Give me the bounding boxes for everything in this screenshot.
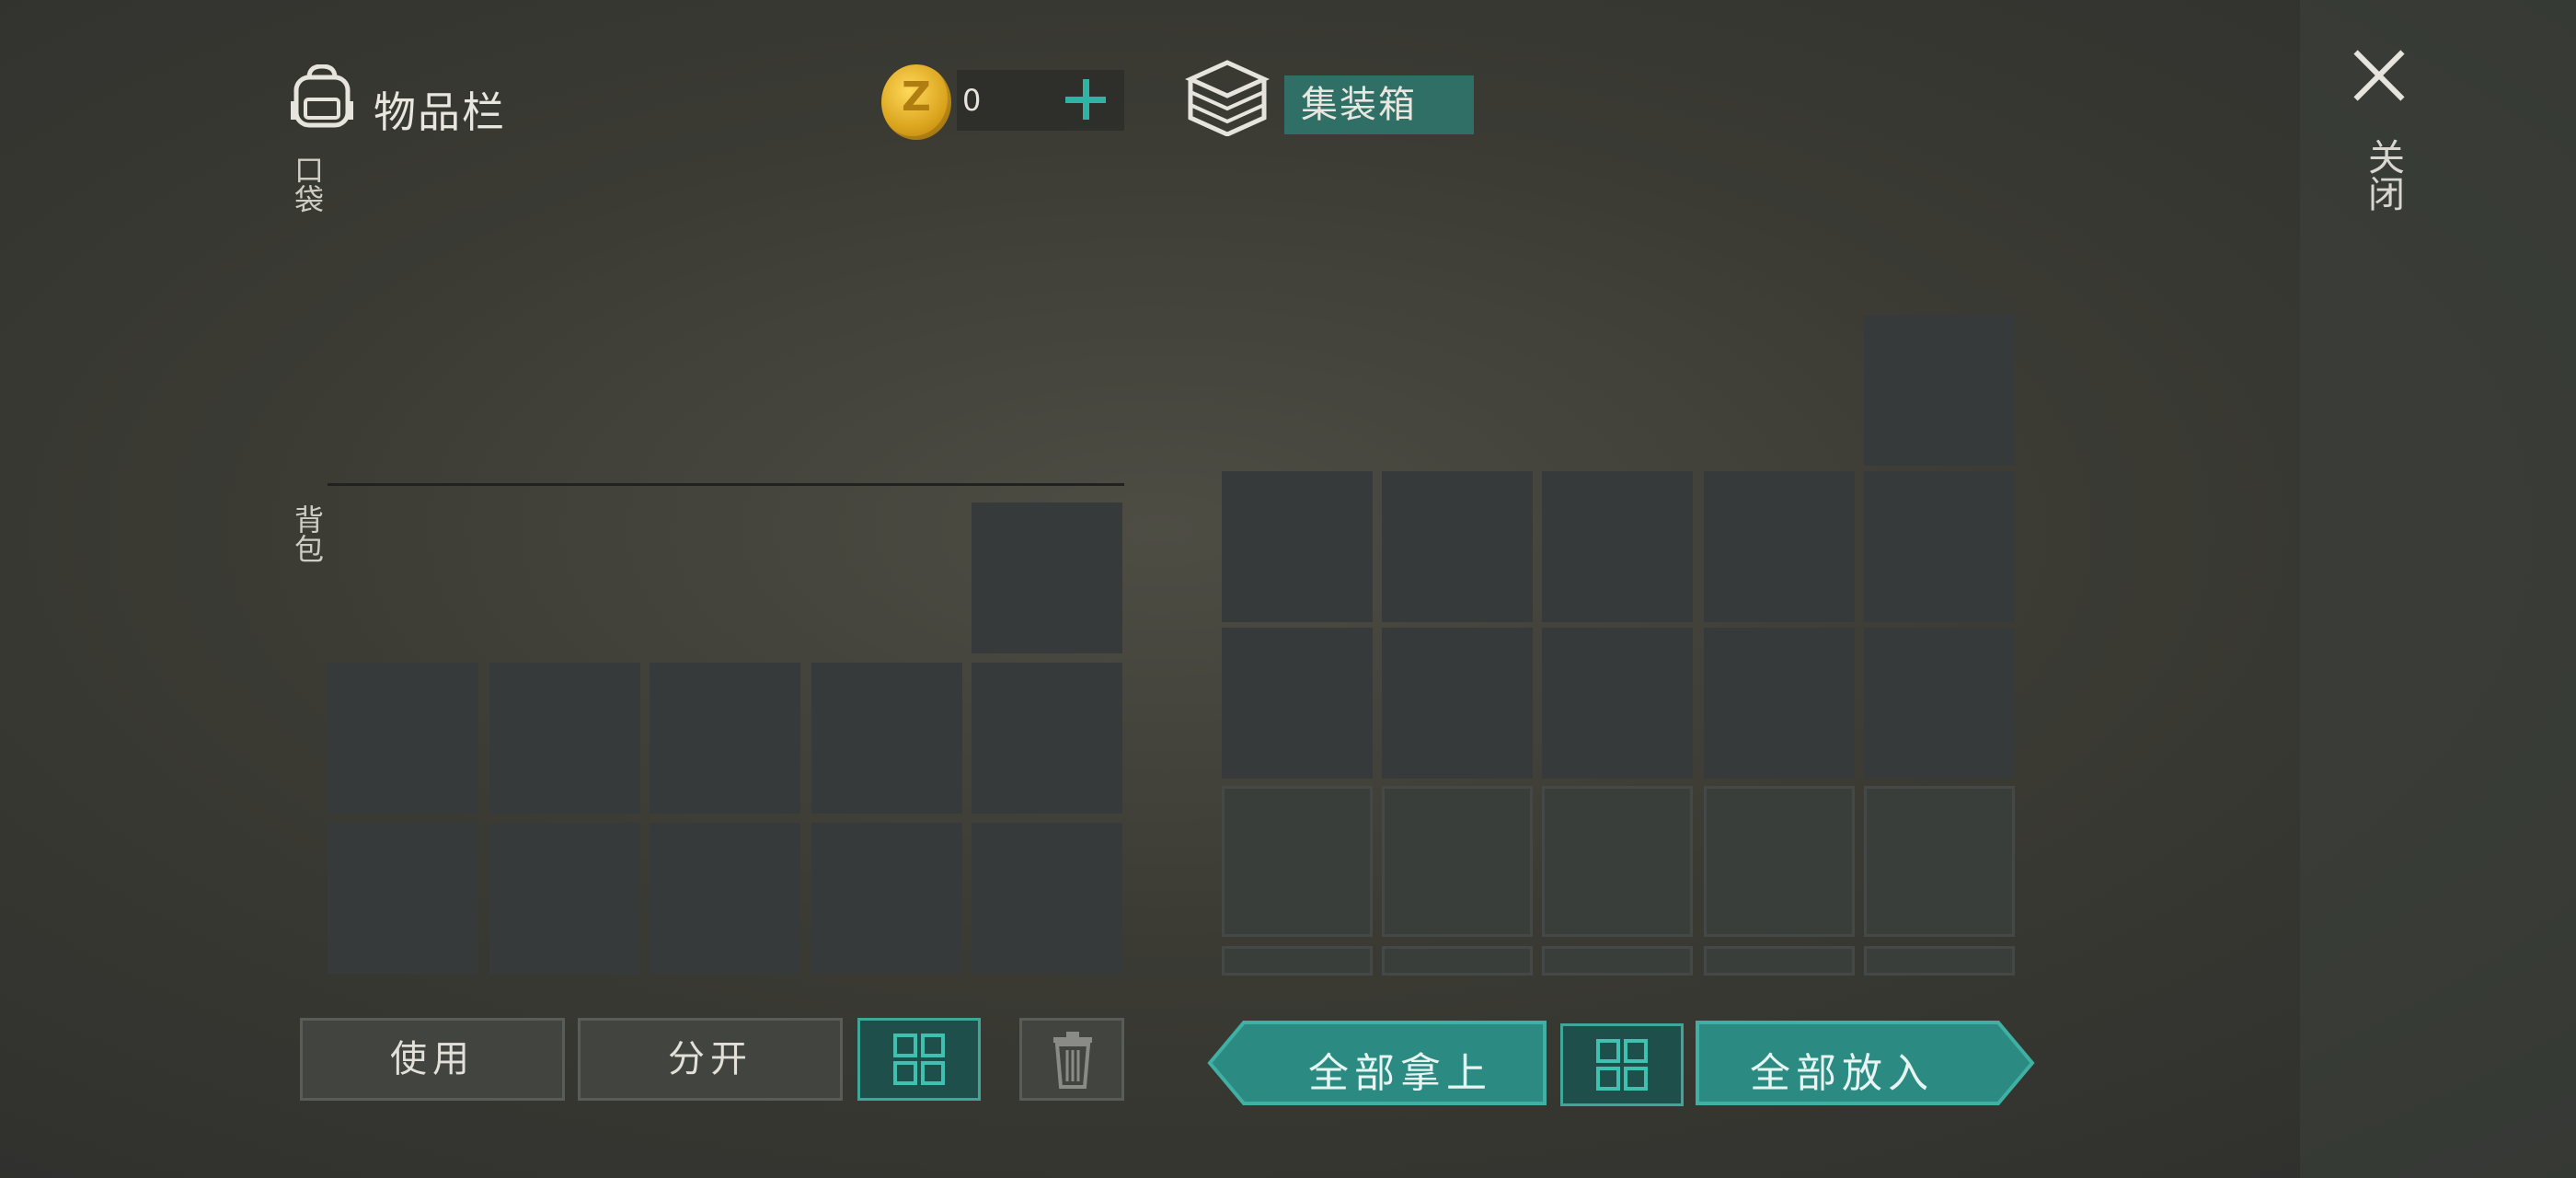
empty-slot[interactable]	[1222, 628, 1373, 779]
empty-slot[interactable]	[1704, 628, 1855, 779]
take-all-label: 全部拿上	[1308, 1050, 1492, 1097]
empty-slot[interactable]	[811, 663, 962, 814]
empty-slot[interactable]	[972, 663, 1122, 814]
grid-sort-icon	[1596, 1039, 1648, 1091]
empty-slot[interactable]	[1864, 946, 2015, 976]
empty-slot[interactable]	[1542, 786, 1693, 937]
side-strip	[2300, 0, 2576, 1178]
empty-slot[interactable]	[1222, 786, 1373, 937]
container-title: 集装箱	[1284, 75, 1474, 134]
crate-icon	[1184, 57, 1271, 137]
coin-count: 0	[962, 83, 982, 118]
empty-slot[interactable]	[1382, 628, 1533, 779]
empty-slot[interactable]	[650, 823, 800, 974]
add-coins-button[interactable]	[1058, 72, 1113, 127]
empty-slot[interactable]	[1704, 786, 1855, 937]
empty-slot[interactable]	[489, 663, 640, 814]
empty-slot[interactable]	[972, 823, 1122, 974]
empty-slot[interactable]	[328, 823, 478, 974]
empty-slot[interactable]	[1542, 946, 1693, 976]
backpack-label: 背包	[290, 504, 325, 563]
take-all-button[interactable]: 全部拿上	[1207, 1020, 1547, 1106]
close-icon[interactable]	[2352, 48, 2407, 103]
close-label[interactable]: 关闭	[2361, 138, 2405, 212]
empty-slot[interactable]	[1704, 471, 1855, 622]
inventory-title: 物品栏	[374, 87, 506, 137]
split-button[interactable]: 分开	[578, 1018, 843, 1101]
use-button[interactable]: 使用	[300, 1018, 565, 1101]
container-sort-button[interactable]	[1560, 1023, 1684, 1106]
empty-slot[interactable]	[1382, 786, 1533, 937]
empty-slot[interactable]	[1542, 471, 1693, 622]
empty-slot[interactable]	[1382, 946, 1533, 976]
empty-slot[interactable]	[328, 663, 478, 814]
delete-button[interactable]	[1019, 1018, 1124, 1101]
empty-slot[interactable]	[1382, 471, 1533, 622]
section-divider	[328, 483, 1124, 486]
put-all-label: 全部放入	[1750, 1050, 1934, 1097]
empty-slot[interactable]	[1222, 471, 1373, 622]
grid-sort-icon	[893, 1034, 945, 1085]
empty-slot[interactable]	[489, 823, 640, 974]
put-all-button[interactable]: 全部放入	[1695, 1020, 2035, 1106]
empty-slot[interactable]	[1864, 628, 2015, 779]
empty-slot[interactable]	[972, 502, 1122, 653]
empty-slot[interactable]	[1864, 786, 2015, 937]
empty-slot[interactable]	[1864, 315, 2015, 466]
empty-slot[interactable]	[1704, 946, 1855, 976]
empty-slot[interactable]	[1542, 628, 1693, 779]
pocket-label: 口袋	[290, 155, 325, 214]
coin-icon: Z	[881, 64, 951, 140]
empty-slot[interactable]	[1222, 946, 1373, 976]
sort-button[interactable]	[857, 1018, 981, 1101]
empty-slot[interactable]	[650, 663, 800, 814]
empty-slot[interactable]	[811, 823, 962, 974]
empty-slot[interactable]	[1864, 471, 2015, 622]
backpack-icon	[289, 64, 355, 129]
trash-icon	[1053, 1032, 1092, 1089]
